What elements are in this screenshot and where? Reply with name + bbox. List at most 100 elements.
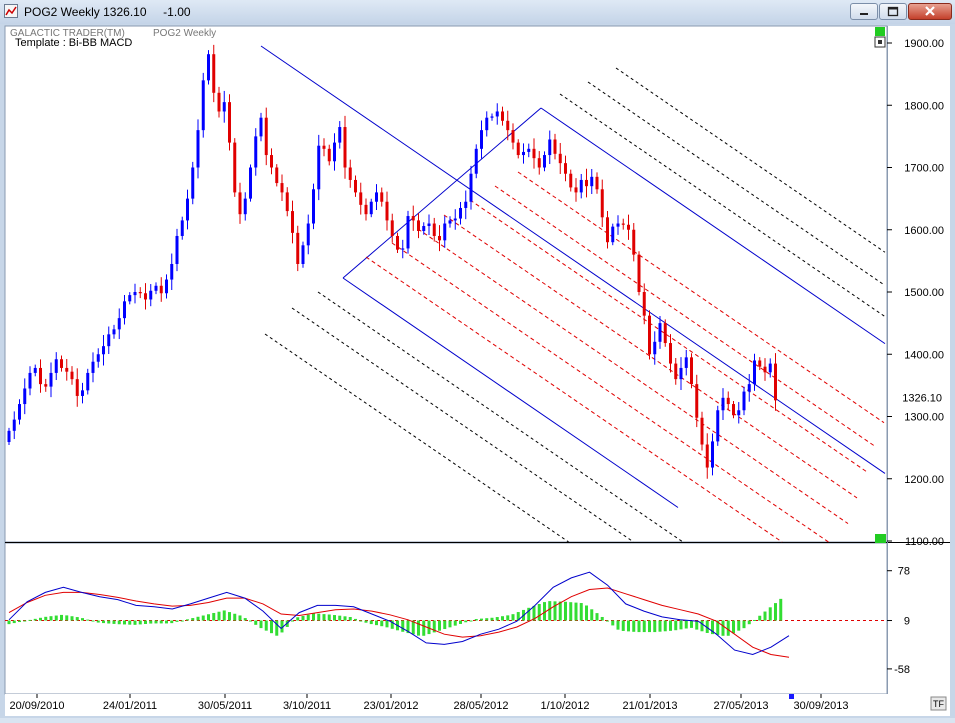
histogram-bar (453, 620, 457, 626)
application-window: POG2 Weekly 1326.10 -1.00 GALACTIC TRADE… (0, 0, 955, 718)
candle-body (44, 384, 48, 387)
candle-body (564, 163, 567, 174)
candle-body (364, 204, 368, 215)
candle-body (511, 130, 515, 143)
candle-body (758, 360, 762, 367)
histogram-bar (18, 620, 21, 623)
histogram-bar (663, 620, 667, 632)
candle-body (726, 397, 730, 405)
time-cursor-marker[interactable] (789, 694, 794, 699)
histogram-bar (191, 618, 195, 621)
histogram-bar (264, 620, 268, 631)
candle-body (243, 198, 247, 215)
candle-body (170, 263, 174, 280)
candle-body (12, 419, 16, 431)
minimize-button[interactable] (850, 3, 878, 20)
histogram-bar (501, 616, 504, 621)
time-tick-label: 27/05/2013 (713, 700, 768, 712)
histogram-bar (33, 618, 37, 621)
histogram-bar (480, 618, 483, 621)
histogram-bar (658, 620, 662, 632)
candle-body (443, 223, 447, 241)
candle-body (91, 361, 95, 373)
histogram-bar (322, 614, 326, 621)
indicator-panel[interactable] (4, 542, 888, 695)
histogram-bar (201, 615, 205, 621)
price-tick-label: 1700.00 (904, 163, 944, 175)
candle-body (154, 285, 158, 291)
candle-body (390, 220, 394, 236)
candle-body (123, 301, 126, 319)
histogram-bar (774, 603, 777, 621)
candle-body (690, 357, 693, 385)
price-tick-label: 1600.00 (904, 225, 944, 237)
histogram-bar (653, 620, 657, 633)
panel-settings-dot (878, 40, 882, 44)
candle-body (144, 293, 147, 300)
histogram-bar (369, 620, 373, 625)
histogram-bar (296, 617, 300, 621)
histogram-bar (312, 613, 315, 621)
candle-body (212, 54, 216, 93)
histogram-bar (380, 620, 384, 627)
histogram-bar (243, 618, 247, 621)
price-tick-label: 1800.00 (904, 100, 944, 112)
candle-body (711, 441, 714, 468)
candle-body (543, 155, 546, 168)
histogram-bar (359, 620, 363, 622)
histogram-bar (65, 615, 69, 621)
candle-body (369, 201, 373, 215)
symbol-label: POG2 Weekly (153, 28, 216, 39)
histogram-bar (112, 620, 116, 624)
price-panel[interactable] (4, 25, 888, 543)
candle-body (658, 323, 662, 342)
candle-body (558, 153, 562, 164)
price-tick-label: 1500.00 (904, 287, 944, 299)
candle-body (453, 218, 457, 221)
histogram-bar (107, 620, 111, 624)
title-bar[interactable]: POG2 Weekly 1326.10 -1.00 (0, 0, 955, 25)
indicator-tick-label: 78 (898, 566, 910, 578)
candle-body (249, 167, 252, 199)
maximize-button[interactable] (879, 3, 907, 20)
candle-body (459, 207, 462, 219)
candle-body (375, 192, 378, 202)
candle-body (600, 189, 604, 218)
candle-body (380, 192, 384, 202)
candle-body (149, 290, 153, 300)
histogram-bar (222, 610, 226, 621)
histogram-bar (354, 618, 357, 621)
histogram-bar (632, 620, 636, 632)
top-green-marker[interactable] (875, 27, 885, 36)
bottom-green-marker[interactable] (875, 534, 886, 543)
candle-body (663, 323, 667, 344)
candle-body (438, 235, 441, 241)
histogram-bar (306, 614, 310, 621)
maximize-icon (887, 6, 899, 17)
candle-body (464, 201, 468, 208)
histogram-bar (459, 620, 462, 624)
template-label: Template : Bi-BB MACD (15, 37, 132, 49)
indicator-tick-label: -58 (894, 664, 910, 676)
price-tick-label: 1100.00 (905, 536, 944, 548)
histogram-bar (39, 617, 42, 621)
candle-body (485, 117, 489, 131)
candle-body (180, 220, 184, 236)
candle-body (653, 341, 657, 355)
time-tick-label: 3/10/2011 (283, 700, 331, 712)
histogram-bar (448, 620, 452, 628)
histogram-bar (595, 613, 599, 621)
histogram-bar (726, 620, 730, 636)
close-button[interactable] (908, 3, 952, 20)
candle-body (469, 173, 473, 202)
candle-body (553, 139, 557, 154)
candle-body (432, 223, 436, 236)
candle-body (732, 404, 735, 416)
chart-area[interactable]: GALACTIC TRADER(TM) POG2 Weekly Template… (0, 24, 955, 718)
candle-body (301, 245, 305, 264)
histogram-bar (574, 602, 578, 621)
histogram-bar (669, 620, 672, 631)
histogram-bar (49, 616, 53, 621)
candle-body (259, 117, 263, 137)
histogram-bar (270, 620, 273, 634)
